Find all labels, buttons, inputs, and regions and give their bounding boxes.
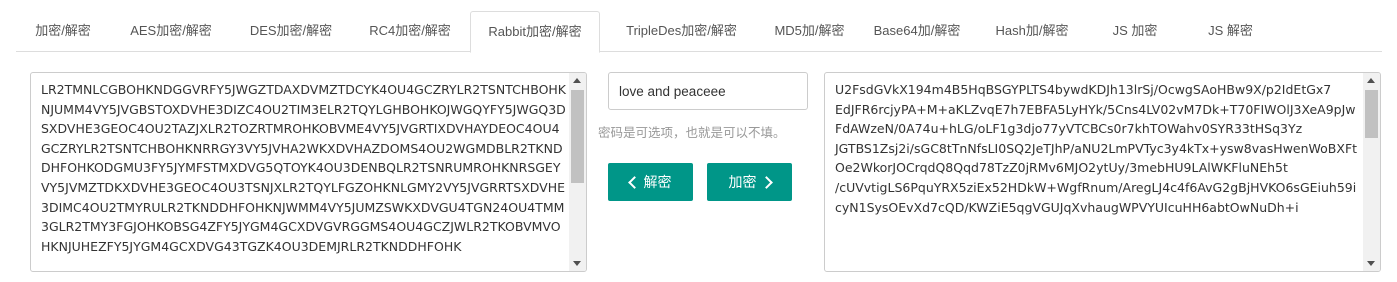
ciphertext-textarea[interactable]: U2FsdGVkX194m4B5HqBSGYPLTS4bywdKDJh13lrS… [824, 72, 1381, 272]
ciphertext-content: U2FsdGVkX194m4B5HqBSGYPLTS4bywdKDJh13lrS… [835, 82, 1358, 215]
scroll-down-arrow-icon[interactable] [1367, 261, 1375, 266]
scroll-up-arrow-icon[interactable] [573, 78, 581, 83]
scroll-down-arrow-icon[interactable] [573, 261, 581, 266]
tab-5[interactable]: TripleDes加密/解密 [600, 11, 763, 52]
key-hint: 密码是可选项，也就是可以不填。 [598, 126, 786, 140]
scroll-thumb[interactable] [1365, 90, 1378, 138]
decrypt-label: 解密 [643, 174, 672, 190]
plaintext-scrollbar[interactable] [569, 73, 586, 271]
plaintext-content: LR2TMNLCGBOHKNDGGVRFY5JWGZTDAXDVMZTDCYK4… [41, 82, 566, 254]
tab-0[interactable]: 加密/解密 [16, 11, 110, 52]
tab-2[interactable]: DES加密/解密 [232, 11, 350, 52]
scroll-up-arrow-icon[interactable] [1367, 78, 1375, 83]
tab-9[interactable]: JS 加密 [1086, 11, 1184, 52]
tab-3[interactable]: RC4加密/解密 [350, 11, 470, 52]
encrypt-label: 加密 [728, 174, 757, 190]
ciphertext-scrollbar[interactable] [1363, 73, 1380, 271]
tab-10[interactable]: JS 解密 [1184, 11, 1277, 52]
tab-7[interactable]: Base64加/解密 [856, 11, 978, 52]
scroll-thumb[interactable] [571, 90, 584, 183]
algorithm-tabs: 加密/解密 AES加密/解密 DES加密/解密 RC4加密/解密 Rabbit加密/解密… [16, 11, 1382, 53]
plaintext-textarea[interactable]: LR2TMNLCGBOHKNDGGVRFY5JWGZTDAXDVMZTDCYK4… [30, 72, 587, 272]
chevron-right-icon [759, 175, 773, 189]
key-input[interactable] [608, 72, 808, 110]
tab-8[interactable]: Hash加/解密 [978, 11, 1086, 52]
tab-6[interactable]: MD5加/解密 [763, 11, 856, 52]
chevron-left-icon [627, 175, 641, 189]
tab-4[interactable]: Rabbit加密/解密 [470, 11, 600, 53]
decrypt-button[interactable]: 解密 [608, 163, 693, 201]
tab-1[interactable]: AES加密/解密 [110, 11, 232, 52]
encrypt-button[interactable]: 加密 [707, 163, 792, 201]
